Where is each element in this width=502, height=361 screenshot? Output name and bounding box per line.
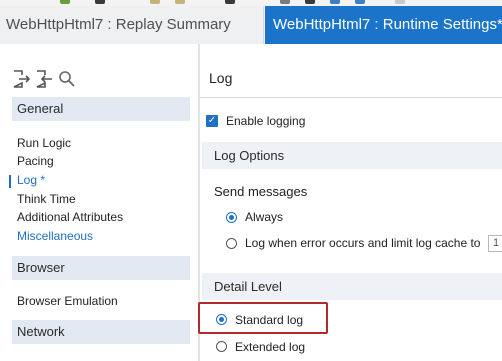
log-on-error-radio[interactable] bbox=[226, 238, 237, 249]
tab-replay-summary[interactable]: WebHttpHtml7 : Replay Summary bbox=[0, 6, 264, 44]
section-header-browser[interactable]: Browser bbox=[12, 256, 190, 280]
toolbar-icon[interactable] bbox=[305, 0, 315, 4]
toolbar-icon[interactable] bbox=[150, 0, 160, 4]
enable-logging-checkbox[interactable]: ✓ bbox=[206, 115, 218, 127]
section-header-detail-level: Detail Level bbox=[202, 273, 502, 300]
log-cache-size-input[interactable]: 1 bbox=[488, 235, 502, 252]
toolbar-icon[interactable] bbox=[225, 0, 235, 4]
search-icon[interactable] bbox=[58, 70, 76, 88]
page-title: Log bbox=[209, 70, 233, 86]
toolbar-icon[interactable] bbox=[330, 0, 340, 4]
nav-item-log[interactable]: Log * bbox=[17, 173, 45, 188]
toolbar-icon[interactable] bbox=[355, 0, 365, 4]
tab-bar: WebHttpHtml7 : Replay Summary WebHttpHtm… bbox=[0, 6, 502, 44]
extended-log-label[interactable]: Extended log bbox=[235, 340, 305, 354]
title-divider bbox=[200, 97, 502, 98]
section-header-network[interactable]: Network bbox=[12, 320, 190, 344]
toolbar-icon[interactable] bbox=[60, 0, 70, 4]
nav-item-miscellaneous[interactable]: Miscellaneous bbox=[17, 229, 93, 244]
extended-log-radio[interactable] bbox=[216, 341, 227, 352]
standard-log-label[interactable]: Standard log bbox=[235, 313, 303, 327]
standard-log-radio[interactable] bbox=[216, 314, 227, 325]
toolbar-icon[interactable] bbox=[175, 0, 185, 4]
nav-item-browser-emulation[interactable]: Browser Emulation bbox=[17, 294, 118, 309]
nav-item-run-logic[interactable]: Run Logic bbox=[17, 136, 71, 151]
settings-nav-pane: General Run Logic Pacing Log * Think Tim… bbox=[0, 44, 198, 361]
toolbar-icon[interactable] bbox=[280, 0, 290, 4]
export-icon[interactable] bbox=[11, 69, 31, 89]
selection-indicator bbox=[9, 175, 11, 188]
always-label[interactable]: Always bbox=[245, 210, 283, 224]
toolbar-icon[interactable] bbox=[395, 0, 405, 4]
enable-logging-label[interactable]: Enable logging bbox=[226, 114, 305, 128]
import-icon[interactable] bbox=[34, 69, 54, 89]
section-header-log-options: Log Options bbox=[202, 142, 502, 169]
always-radio[interactable] bbox=[226, 212, 237, 223]
toolbar-icon[interactable] bbox=[95, 0, 105, 4]
nav-item-additional-attributes[interactable]: Additional Attributes bbox=[17, 210, 123, 225]
log-on-error-label[interactable]: Log when error occurs and limit log cach… bbox=[245, 236, 480, 250]
nav-item-think-time[interactable]: Think Time bbox=[17, 192, 76, 207]
tab-runtime-settings[interactable]: WebHttpHtml7 : Runtime Settings* bbox=[265, 6, 502, 44]
section-header-general[interactable]: General bbox=[12, 97, 190, 121]
send-messages-label: Send messages bbox=[214, 184, 308, 199]
nav-item-pacing[interactable]: Pacing bbox=[17, 154, 54, 169]
